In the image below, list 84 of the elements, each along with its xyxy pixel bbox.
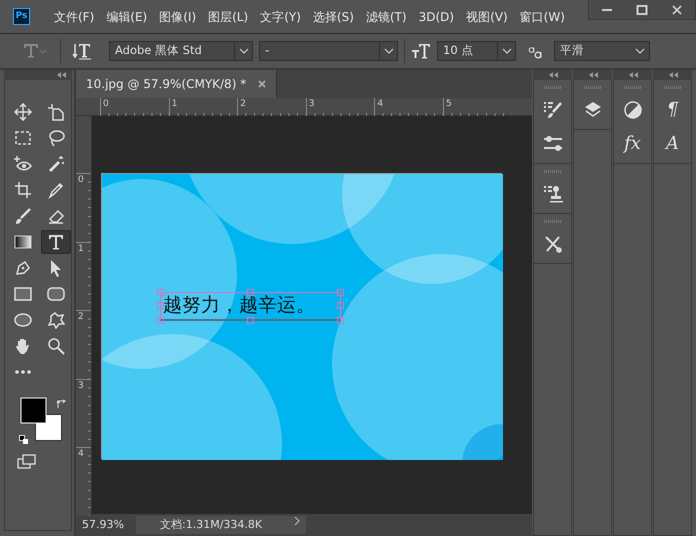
panel-button[interactable]: ¶ — [658, 97, 688, 123]
gradient-icon — [14, 233, 32, 251]
ruler-label: 2 — [240, 99, 246, 109]
tool-button[interactable] — [41, 230, 71, 254]
collapse-icon — [589, 72, 598, 78]
close-icon — [258, 80, 266, 88]
zoom-icon — [47, 337, 65, 355]
resize-handle[interactable] — [157, 317, 164, 324]
canvas-text-box[interactable]: 越努力，越辛运。 — [160, 292, 341, 321]
menu-item[interactable]: 选择(S) — [306, 8, 360, 26]
menu-item[interactable]: 视图(V) — [460, 8, 514, 26]
swap-colors-icon — [56, 398, 66, 409]
ruler-label: 3 — [78, 380, 84, 391]
ruler-label: 5 — [446, 99, 452, 109]
stamp-list-icon — [542, 184, 562, 204]
panel-button[interactable]: A — [658, 131, 688, 157]
artboard-icon — [47, 103, 65, 121]
wrench-scissors-icon — [542, 234, 562, 254]
brush-icon — [14, 207, 32, 225]
menu-item[interactable]: 文字(Y) — [254, 8, 307, 26]
collapse-icon — [57, 72, 66, 78]
screen-mode-icon — [17, 454, 37, 470]
caret-icon — [635, 48, 645, 54]
move-icon — [14, 103, 32, 121]
rectangle-icon — [14, 285, 32, 303]
sliders-icon — [542, 134, 562, 154]
caret-icon — [384, 48, 394, 54]
ruler-label: 2 — [78, 312, 84, 322]
font-style-dropdown[interactable]: - — [259, 41, 398, 61]
chevron-right-icon — [294, 516, 300, 526]
marquee-icon — [14, 129, 32, 147]
lasso-icon — [47, 129, 65, 147]
resize-handle[interactable] — [247, 317, 254, 324]
maximize-icon — [636, 4, 648, 16]
document-tab[interactable]: 10.jpg @ 57.9%(CMYK/8) * — [76, 70, 278, 98]
minimize-icon — [602, 9, 612, 11]
crop-icon — [14, 181, 32, 199]
ellipse-icon — [14, 311, 32, 329]
ruler-label: 1 — [172, 99, 178, 109]
rounded-rectangle-icon — [47, 285, 65, 303]
type-icon — [23, 43, 39, 59]
anti-alias-dropdown[interactable]: 平滑 — [554, 41, 650, 61]
resize-handle[interactable] — [337, 317, 344, 324]
default-colors-icon — [19, 434, 29, 445]
resize-handle[interactable] — [247, 289, 254, 296]
color-swatches[interactable] — [20, 397, 62, 441]
ruler-label: 0 — [103, 99, 109, 109]
ruler-label: 0 — [78, 175, 84, 185]
magic-wand-icon — [47, 155, 65, 173]
font-size-dropdown[interactable]: 10 点 — [437, 41, 516, 61]
ruler-label: 3 — [308, 99, 315, 109]
menu-item[interactable]: 文件(F) — [48, 8, 100, 26]
app-logo: Ps — [13, 8, 30, 25]
menu-item[interactable]: 滤镜(T) — [360, 8, 413, 26]
adjustment-circle-icon — [622, 100, 642, 120]
collapse-icon — [629, 72, 638, 78]
more-tools-icon — [14, 370, 32, 374]
ruler-label: 4 — [377, 99, 384, 109]
menu-item[interactable]: 图层(L) — [202, 8, 254, 26]
text-orientation-icon — [72, 42, 92, 60]
ruler-label: 1 — [78, 244, 84, 254]
brush-list-icon — [542, 100, 562, 120]
caret-icon — [502, 48, 512, 54]
document-info-bar[interactable]: 文档:1.31M/334.8K — [136, 516, 306, 534]
custom-shape-icon — [47, 311, 65, 329]
eye-icon — [14, 155, 32, 173]
collapse-icon — [669, 72, 678, 78]
menu-item[interactable]: 图像(I) — [153, 8, 202, 26]
close-icon — [671, 4, 684, 16]
eyedropper-icon — [47, 181, 65, 199]
font-family-dropdown[interactable]: Adobe 黑体 Std — [109, 41, 253, 61]
caret-icon — [39, 48, 47, 54]
menu-item[interactable]: 3D(D) — [412, 8, 460, 26]
anti-alias-icon — [528, 44, 542, 59]
type-icon — [47, 233, 65, 251]
caret-icon — [238, 48, 248, 54]
font-size-icon — [411, 43, 431, 59]
collapse-icon — [549, 72, 558, 78]
hand-icon — [14, 337, 32, 355]
ruler-label: 4 — [78, 449, 84, 460]
menu-item[interactable]: 窗口(W) — [514, 8, 571, 26]
menu-item[interactable]: 编辑(E) — [100, 8, 154, 26]
eraser-icon — [47, 207, 65, 225]
pen-icon — [14, 259, 32, 277]
